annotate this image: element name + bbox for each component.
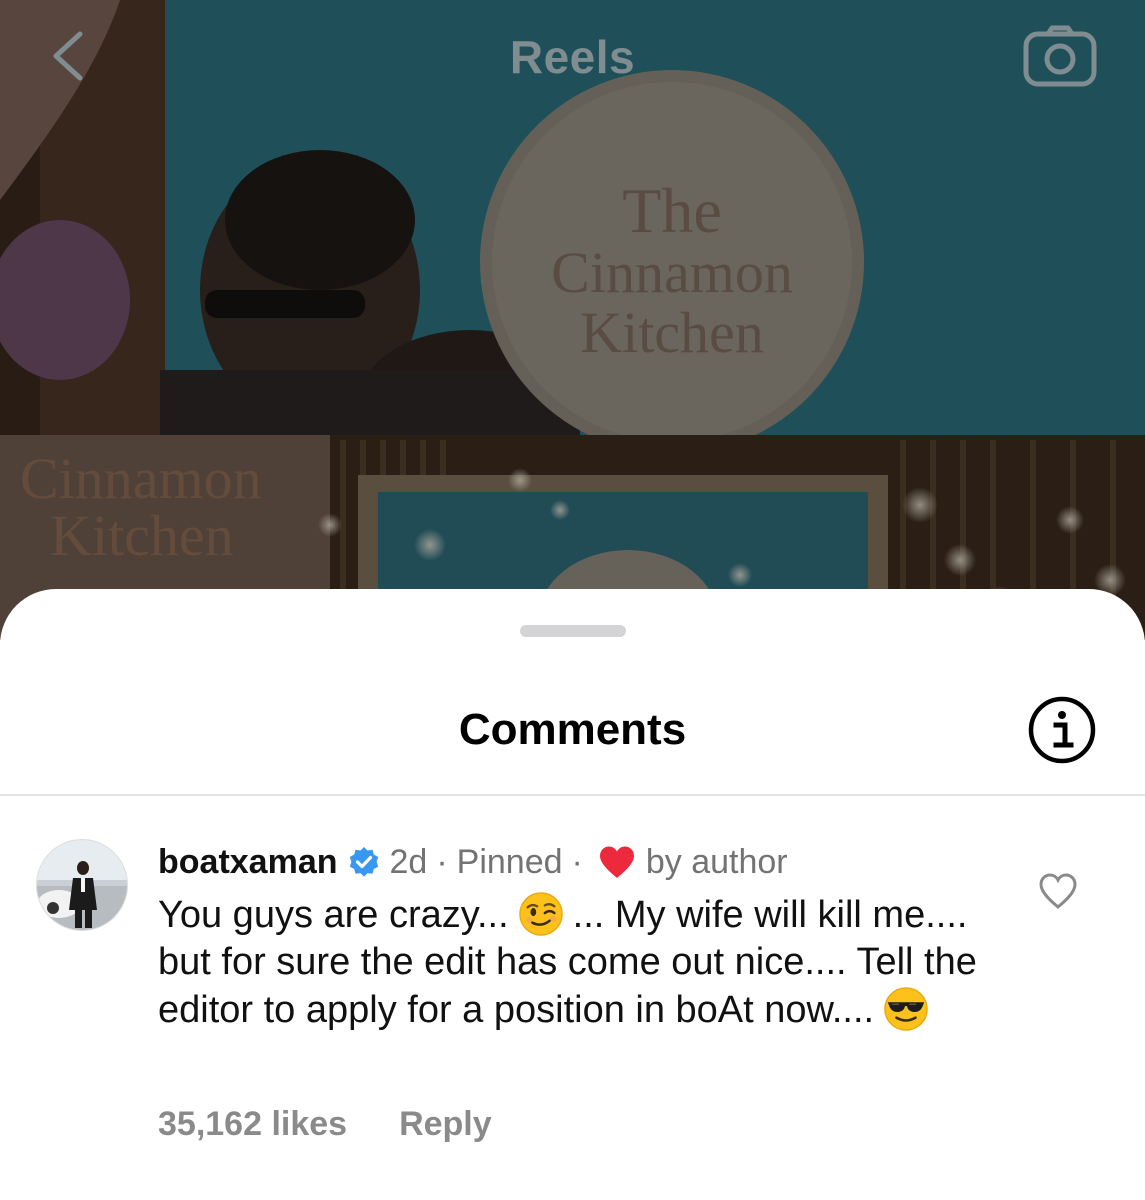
comment-actions: 35,162 likes Reply [158, 1105, 492, 1144]
reply-button[interactable]: Reply [399, 1105, 492, 1144]
comment-text: You guys are crazy... ... My wife will k… [158, 891, 988, 1034]
comment-item: boatxaman 2d · Pinned · by author You gu… [0, 829, 1145, 1189]
info-icon[interactable] [1027, 695, 1097, 765]
comment-meta: boatxaman 2d · Pinned · by author [158, 841, 788, 883]
sheet-divider [0, 794, 1145, 796]
comment-age: 2d [389, 842, 428, 881]
separator-dot: · [436, 842, 448, 881]
sheet-title: Comments [458, 705, 687, 754]
like-heart-icon[interactable] [1038, 872, 1078, 910]
sunglasses-face-emoji-icon [884, 987, 928, 1031]
winking-face-emoji-icon [518, 892, 563, 936]
verified-badge-icon [349, 847, 378, 877]
avatar[interactable] [36, 839, 128, 931]
by-author-label: by author [645, 842, 788, 881]
avatar-photo [37, 840, 127, 930]
heart-icon [599, 846, 634, 878]
sheet-grabber[interactable] [520, 625, 626, 637]
pinned-label: Pinned [456, 842, 563, 881]
comments-sheet: Comments boatxaman 2d · Pinned · by auth… [0, 589, 1145, 1200]
page-title: Reels [509, 31, 636, 83]
top-bar: Reels [0, 0, 1145, 110]
comment-username[interactable]: boatxaman [158, 843, 338, 882]
likes-count[interactable]: 35,162 likes [158, 1105, 347, 1144]
comment-text-part1: You guys are crazy... [158, 894, 509, 936]
separator-dot: · [571, 842, 583, 881]
camera-icon[interactable] [1022, 24, 1098, 88]
